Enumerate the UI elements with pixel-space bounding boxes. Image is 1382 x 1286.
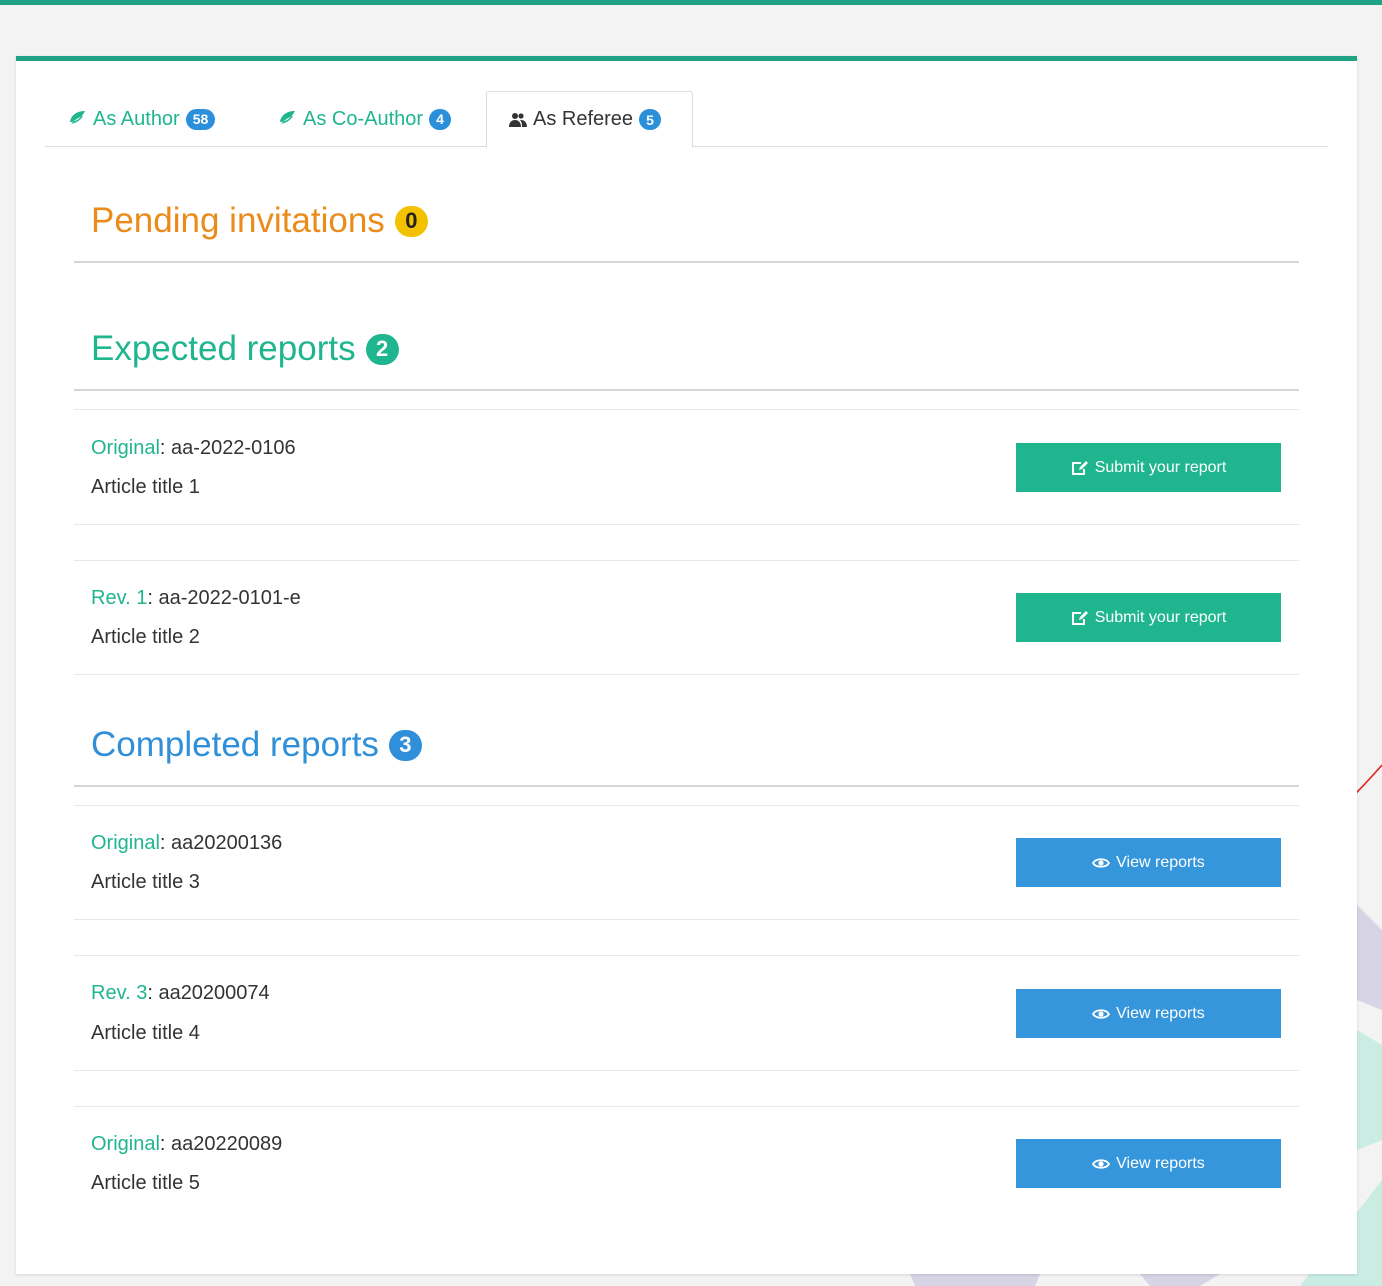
- button-label: View reports: [1116, 853, 1205, 871]
- version-label[interactable]: Original: [91, 1133, 160, 1155]
- pending-invitations-heading: Pending invitations 0: [91, 201, 428, 241]
- section-divider: [74, 389, 1299, 391]
- row-divider: [74, 409, 1299, 410]
- version-label[interactable]: Original: [91, 437, 160, 459]
- article-title: Article title 1: [91, 476, 200, 498]
- tab-as-referee[interactable]: As Referee 5: [486, 91, 693, 148]
- button-label: View reports: [1116, 1004, 1205, 1022]
- row-divider: [74, 560, 1299, 561]
- view-reports-button[interactable]: View reports: [1016, 838, 1281, 887]
- role-tabs: As Author 58 As Co-Author 4 As Referee 5: [45, 91, 1328, 148]
- view-reports-button[interactable]: View reports: [1016, 1139, 1281, 1188]
- section-divider: [74, 785, 1299, 787]
- section-divider: [74, 261, 1299, 263]
- section-title-text: Completed reports: [91, 725, 379, 764]
- section-title-text: Expected reports: [91, 329, 356, 368]
- version-label[interactable]: Rev. 3: [91, 982, 147, 1004]
- manuscript-id: : aa-2022-0106: [159, 437, 296, 459]
- button-label: View reports: [1116, 1154, 1205, 1172]
- row-divider: [74, 919, 1299, 920]
- manuscript-id: : aa-2022-0101-e: [147, 587, 301, 609]
- row-divider: [74, 805, 1299, 806]
- article-title: Article title 4: [91, 1022, 200, 1044]
- row-divider: [74, 955, 1299, 956]
- manuscript-id: : aa20200136: [159, 832, 283, 854]
- manuscript-reference: Rev. 1: aa-2022-0101-e: [91, 587, 301, 610]
- eye-icon: [1092, 857, 1111, 868]
- count-badge: 58: [185, 108, 216, 130]
- edit-icon: [1071, 460, 1088, 475]
- top-accent-bar: [0, 0, 1382, 11]
- eye-icon: [1092, 1008, 1111, 1019]
- row-divider: [74, 674, 1299, 675]
- view-reports-button[interactable]: View reports: [1016, 989, 1281, 1038]
- tab-label: As Co-Author: [303, 107, 424, 130]
- article-title: Article title 5: [91, 1172, 200, 1194]
- leaf-icon: [69, 111, 85, 127]
- row-divider: [74, 1070, 1299, 1071]
- manuscript-reference: Rev. 3: aa20200074: [91, 982, 270, 1005]
- manuscript-reference: Original: aa-2022-0106: [91, 437, 296, 460]
- row-divider: [74, 1106, 1299, 1107]
- completed-reports-heading: Completed reports 3: [91, 725, 422, 765]
- tab-as-author[interactable]: As Author 58: [45, 91, 237, 147]
- manuscript-reference: Original: aa20200136: [91, 832, 282, 855]
- version-label[interactable]: Rev. 1: [91, 587, 147, 609]
- expected-reports-heading: Expected reports 2: [91, 329, 399, 369]
- manuscript-id: : aa20220089: [159, 1133, 283, 1155]
- row-divider: [74, 524, 1299, 525]
- users-icon: [509, 112, 527, 127]
- eye-icon: [1092, 1158, 1111, 1169]
- button-label: Submit your report: [1094, 458, 1227, 476]
- submit-report-button[interactable]: Submit your report: [1016, 593, 1281, 642]
- tab-label: As Referee: [533, 108, 634, 130]
- pending-count-badge: 0: [394, 205, 428, 237]
- version-label[interactable]: Original: [91, 832, 160, 854]
- tab-label: As Author: [93, 107, 180, 130]
- submit-report-button[interactable]: Submit your report: [1016, 443, 1281, 492]
- leaf-icon: [279, 111, 295, 127]
- manuscript-reference: Original: aa20220089: [91, 1133, 282, 1156]
- count-badge: 5: [639, 109, 662, 130]
- count-badge: 4: [429, 108, 452, 130]
- article-title: Article title 2: [91, 626, 200, 648]
- referee-dashboard-card: As Author 58 As Co-Author 4 As Referee 5…: [16, 56, 1357, 1274]
- article-title: Article title 3: [91, 871, 200, 893]
- edit-icon: [1071, 610, 1088, 625]
- button-label: Submit your report: [1094, 608, 1227, 626]
- manuscript-id: : aa20200074: [147, 982, 270, 1004]
- section-title-text: Pending invitations: [91, 201, 385, 240]
- expected-count-badge: 2: [365, 333, 399, 365]
- completed-count-badge: 3: [388, 729, 422, 761]
- tab-as-co-author[interactable]: As Co-Author 4: [255, 91, 473, 147]
